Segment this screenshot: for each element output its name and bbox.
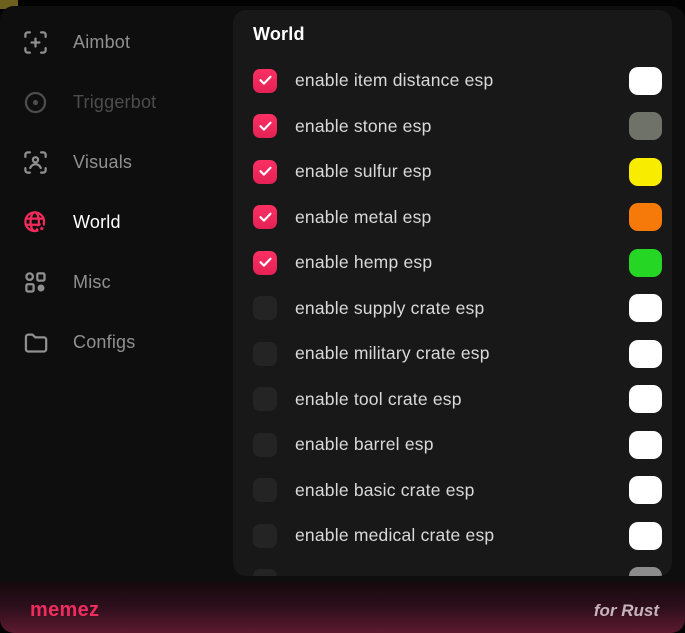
esp-checkbox[interactable] [253,433,277,457]
esp-checkbox[interactable] [253,296,277,320]
esp-options-list: enable item distance esp enable stone es… [253,58,672,576]
esp-color-swatch[interactable] [629,158,662,186]
esp-color-swatch[interactable] [629,67,662,95]
sidebar-item-label: Misc [73,272,111,293]
esp-option-row: enable military crate esp [253,331,672,377]
sidebar-item-configs[interactable]: Configs [0,320,233,364]
sidebar-item-label: Configs [73,332,135,353]
cheat-menu-window: Aimbot Triggerbot Visuals World Misc Con… [0,6,685,633]
esp-option-label: enable hemp esp [295,252,432,273]
esp-option-label: enable stone esp [295,116,432,137]
esp-checkbox[interactable] [253,342,277,366]
sidebar-item-label: Aimbot [73,32,130,53]
sidebar-item-aimbot[interactable]: Aimbot [0,20,233,64]
sidebar-item-misc[interactable]: Misc [0,260,233,304]
folder-icon [22,329,49,356]
esp-option-row: enable barrel esp [253,422,672,468]
esp-color-swatch[interactable] [629,476,662,504]
esp-option-row: enable medical crate esp [253,513,672,559]
esp-color-swatch[interactable] [629,294,662,322]
shapes-grid-icon [22,269,49,296]
esp-color-swatch[interactable] [629,249,662,277]
esp-option-row: enable stone esp [253,104,672,150]
esp-option-label: enable military crate esp [295,343,490,364]
globe-star-icon [22,209,49,236]
sidebar-item-triggerbot[interactable]: Triggerbot [0,80,233,124]
esp-color-swatch[interactable] [629,203,662,231]
sidebar-item-label: World [73,212,121,233]
esp-checkbox[interactable] [253,387,277,411]
checkmark-icon [258,210,273,225]
sidebar-item-visuals[interactable]: Visuals [0,140,233,184]
esp-option-label: enable sulfur esp [295,161,432,182]
sidebar-item-label: Visuals [73,152,132,173]
esp-option-row: enable supply crate esp [253,286,672,332]
page-title: World [253,24,672,45]
checkmark-icon [258,164,273,179]
esp-option-label: enable medical crate esp [295,525,494,546]
esp-option-row: enable metal esp [253,195,672,241]
esp-checkbox[interactable] [253,524,277,548]
esp-option-row [253,559,672,577]
footer-bar: memez for Rust [0,582,685,633]
esp-color-swatch[interactable] [629,522,662,550]
brand-name: memez [30,599,99,622]
user-scan-icon [22,149,49,176]
esp-color-swatch[interactable] [629,112,662,140]
crosshair-scan-icon [22,29,49,56]
esp-checkbox[interactable] [253,69,277,93]
circle-dot-icon [22,89,49,116]
esp-color-swatch[interactable] [629,567,662,576]
esp-checkbox[interactable] [253,205,277,229]
esp-color-swatch[interactable] [629,340,662,368]
esp-option-label: enable barrel esp [295,434,434,455]
esp-checkbox[interactable] [253,569,277,576]
esp-color-swatch[interactable] [629,385,662,413]
esp-option-row: enable tool crate esp [253,377,672,423]
esp-option-label: enable supply crate esp [295,298,484,319]
esp-option-label: enable item distance esp [295,70,493,91]
sidebar: Aimbot Triggerbot Visuals World Misc Con… [0,6,233,582]
checkmark-icon [258,73,273,88]
esp-checkbox[interactable] [253,478,277,502]
esp-option-row: enable hemp esp [253,240,672,286]
esp-color-swatch[interactable] [629,431,662,459]
world-panel: World enable item distance esp enable st… [233,10,672,576]
esp-checkbox[interactable] [253,251,277,275]
checkmark-icon [258,119,273,134]
sidebar-item-label: Triggerbot [73,92,156,113]
sidebar-item-world[interactable]: World [0,200,233,244]
esp-option-row: enable sulfur esp [253,149,672,195]
esp-option-row: enable basic crate esp [253,468,672,514]
checkmark-icon [258,255,273,270]
esp-option-label: enable metal esp [295,207,431,228]
esp-checkbox[interactable] [253,160,277,184]
esp-option-label: enable tool crate esp [295,389,462,410]
esp-checkbox[interactable] [253,114,277,138]
esp-option-label: enable basic crate esp [295,480,475,501]
esp-option-row: enable item distance esp [253,58,672,104]
product-tagline: for Rust [594,601,659,621]
